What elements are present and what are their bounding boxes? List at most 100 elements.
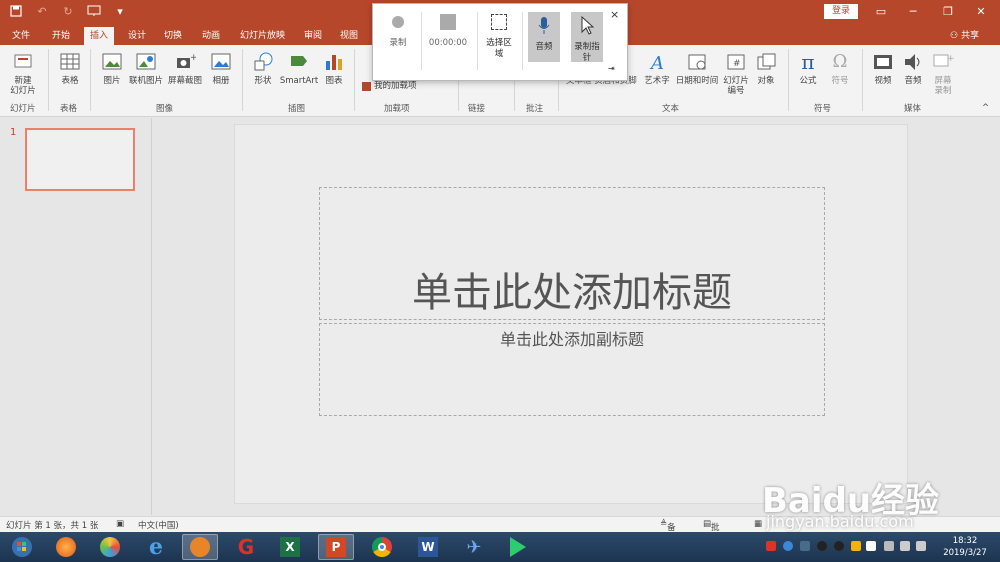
spellcheck-icon[interactable]: ▣ (116, 519, 124, 529)
tab-animations[interactable]: 动画 (196, 27, 226, 45)
app-red-icon[interactable]: G (228, 534, 264, 560)
equation-label: 公式 (799, 76, 817, 86)
tab-file[interactable]: 文件 (6, 27, 36, 45)
audio-button[interactable]: 音频 (900, 51, 926, 86)
slide-number-button[interactable]: # 幻灯片 编号 (722, 51, 750, 96)
select-area-button[interactable]: 选择区 域 (483, 12, 515, 60)
qq-icon[interactable] (817, 541, 827, 551)
record-pointer-button[interactable]: 录制指 针 (571, 12, 603, 63)
new-slide-button[interactable]: 新建 幻灯片 (8, 51, 38, 96)
group-symbols: 符号 (814, 104, 832, 114)
firefox-icon[interactable] (48, 534, 84, 560)
table-button[interactable]: 表格 (56, 51, 84, 86)
watermark-site: jingyan.baidu.com (766, 512, 914, 531)
tab-slideshow[interactable]: 幻灯片放映 (234, 27, 291, 45)
tab-review[interactable]: 审阅 (298, 27, 328, 45)
tab-transitions[interactable]: 切换 (158, 27, 188, 45)
chart-icon (326, 55, 342, 70)
collapse-ribbon-icon[interactable]: ^ (982, 103, 989, 113)
group-addins: 加载项 (384, 104, 410, 114)
sogou-icon[interactable] (766, 541, 776, 551)
smartart-button[interactable]: SmartArt (278, 51, 320, 86)
screenshot-button[interactable]: + 屏幕截图 (166, 51, 204, 86)
picture-button[interactable]: 图片 (98, 51, 126, 86)
tray-icon[interactable] (851, 541, 861, 551)
datetime-button[interactable]: 日期和时间 (674, 51, 720, 86)
ribbon-display-options-icon[interactable]: ▭ (866, 3, 896, 21)
tray-icon[interactable] (800, 541, 810, 551)
speaker-tray-icon[interactable] (916, 541, 926, 551)
login-button[interactable]: 登录 (824, 4, 858, 19)
screen-recording-button[interactable]: + 屏幕 录制 (930, 51, 956, 96)
language[interactable]: 中文(中国) (138, 519, 179, 531)
album-button[interactable]: 相册 (208, 51, 234, 86)
video-player-icon[interactable] (500, 534, 536, 560)
windows-icon (12, 537, 32, 557)
internet-explorer-icon[interactable]: e (138, 534, 174, 560)
record-pointer-label: 录制指 针 (574, 42, 600, 63)
tab-view[interactable]: 视图 (334, 27, 364, 45)
symbol-button[interactable]: Ω 符号 (828, 51, 852, 86)
record-label: 录制 (389, 38, 407, 48)
close-icon[interactable]: × (610, 8, 619, 21)
audio-toggle-button[interactable]: 音频 (528, 12, 560, 62)
share-button[interactable]: ⚇ 共享 (950, 28, 979, 41)
shield-icon[interactable] (866, 541, 876, 551)
tab-design[interactable]: 设计 (122, 27, 152, 45)
screen-recording-icon: + (933, 54, 954, 67)
normal-view-icon[interactable]: ▦ (754, 519, 762, 529)
slide-canvas[interactable]: 单击此处添加标题 单击此处添加副标题 (234, 124, 908, 504)
word-icon[interactable]: W (410, 534, 446, 560)
pi-icon: π (801, 50, 815, 74)
app-icon[interactable] (182, 534, 218, 560)
audio-label: 音频 (904, 76, 922, 86)
undo-icon[interactable]: ↶ (34, 3, 50, 19)
minimize-icon[interactable]: ─ (898, 3, 928, 21)
qq-icon[interactable] (834, 541, 844, 551)
svg-text:A: A (649, 53, 664, 73)
object-button[interactable]: 对象 (754, 51, 778, 86)
notes-button[interactable]: ≜ 备注 (660, 519, 676, 545)
pin-icon[interactable]: ⇥ (608, 64, 615, 73)
my-addins-button[interactable]: 我的加载项 (362, 81, 417, 91)
close-window-icon[interactable]: ✕ (966, 3, 996, 21)
divider (242, 49, 243, 111)
object-label: 对象 (757, 76, 775, 86)
comments-button[interactable]: ▤ 批注 (703, 519, 720, 545)
record-button[interactable]: 录制 (383, 12, 413, 49)
slide-thumbnail[interactable] (25, 128, 135, 191)
system-clock[interactable]: 18:32 2019/3/27 (940, 535, 990, 559)
network-icon[interactable] (900, 541, 910, 551)
tab-home[interactable]: 开始 (46, 27, 76, 45)
smartart-label: SmartArt (279, 76, 319, 86)
online-picture-button[interactable]: 联机图片 (128, 51, 164, 86)
usb-icon[interactable] (884, 541, 894, 551)
start-button[interactable] (4, 534, 40, 560)
start-from-beginning-icon[interactable] (86, 3, 102, 19)
chrome-icon[interactable] (364, 534, 400, 560)
video-button[interactable]: 视频 (870, 51, 896, 86)
customize-qat-icon[interactable]: ▾ (112, 3, 128, 19)
save-icon[interactable] (8, 3, 24, 19)
browser-360-icon[interactable] (92, 534, 128, 560)
subtitle-placeholder[interactable]: 单击此处添加副标题 (319, 323, 825, 416)
excel-icon[interactable]: X (272, 534, 308, 560)
calendar-icon (688, 54, 706, 70)
redo-icon[interactable]: ↻ (60, 3, 76, 19)
shapes-button[interactable]: 形状 (250, 51, 276, 86)
chart-button[interactable]: 图表 (322, 51, 346, 86)
restore-icon[interactable]: ❐ (933, 3, 963, 21)
feishu-icon[interactable]: ✈ (456, 534, 492, 560)
wordart-button[interactable]: A 艺术字 (642, 51, 672, 86)
tab-insert[interactable]: 插入 (84, 27, 115, 45)
group-media: 媒体 (904, 104, 922, 114)
divider (90, 49, 91, 111)
record-time: 00:00:00 (428, 38, 468, 48)
group-text: 文本 (662, 104, 680, 114)
stop-button[interactable]: 00:00:00 (428, 12, 468, 49)
title-placeholder[interactable]: 单击此处添加标题 (319, 187, 825, 320)
equation-button[interactable]: π 公式 (796, 51, 820, 86)
powerpoint-icon[interactable]: P (318, 534, 354, 560)
smartart-icon (291, 56, 307, 66)
help-icon[interactable] (783, 541, 793, 551)
